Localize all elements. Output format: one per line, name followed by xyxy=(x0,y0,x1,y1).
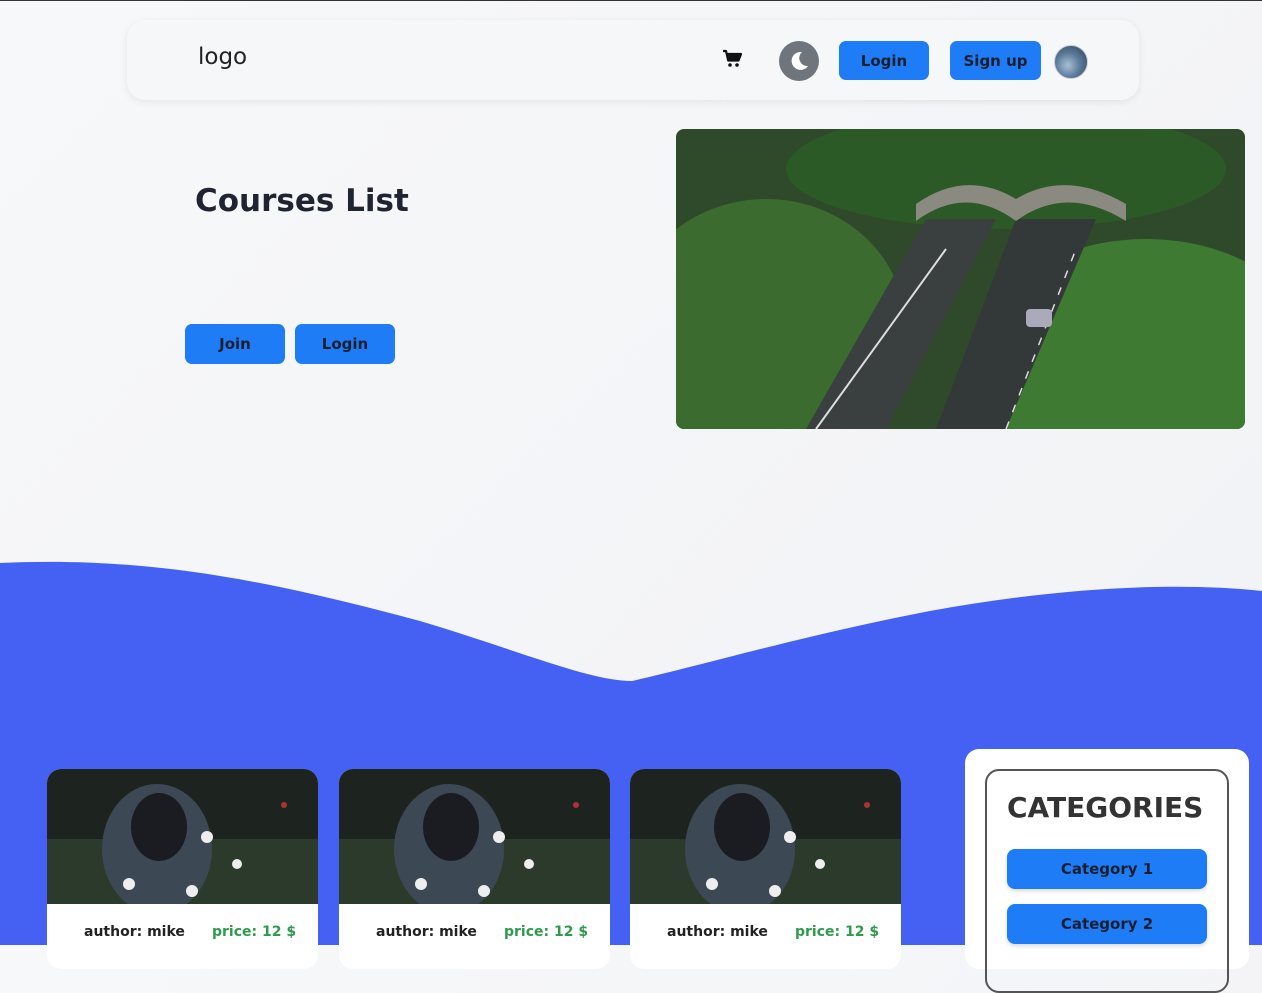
course-price: price: 12 $ xyxy=(504,924,589,940)
login-button[interactable]: Login xyxy=(839,41,929,80)
cart-icon[interactable] xyxy=(721,47,745,71)
hero-image xyxy=(676,129,1245,429)
course-author: author: mike xyxy=(667,924,768,940)
course-image xyxy=(339,769,610,904)
categories-box: CATEGORIES Category 1 Category 2 xyxy=(985,769,1229,993)
course-author: author: mike xyxy=(84,924,185,940)
theme-toggle-button[interactable] xyxy=(779,41,819,81)
category-1-button[interactable]: Category 1 xyxy=(1007,849,1207,889)
course-price: price: 12 $ xyxy=(212,924,297,940)
course-price: price: 12 $ xyxy=(795,924,880,940)
course-image xyxy=(630,769,901,904)
hero-login-button[interactable]: Login xyxy=(295,324,395,364)
category-2-button[interactable]: Category 2 xyxy=(1007,904,1207,944)
navbar: logo Login Sign up xyxy=(127,20,1139,100)
page-title: Courses List xyxy=(195,183,409,219)
categories-panel: CATEGORIES Category 1 Category 2 xyxy=(965,749,1249,993)
join-button[interactable]: Join xyxy=(185,324,285,364)
avatar[interactable] xyxy=(1054,45,1088,79)
categories-title: CATEGORIES xyxy=(1007,791,1204,824)
logo[interactable]: logo xyxy=(198,44,247,70)
course-card[interactable]: author: mike price: 12 $ xyxy=(47,769,318,969)
course-card[interactable]: author: mike price: 12 $ xyxy=(630,769,901,969)
course-card[interactable]: author: mike price: 12 $ xyxy=(339,769,610,969)
course-author: author: mike xyxy=(376,924,477,940)
moon-icon xyxy=(791,51,808,70)
signup-button[interactable]: Sign up xyxy=(950,41,1041,80)
course-image xyxy=(47,769,318,904)
